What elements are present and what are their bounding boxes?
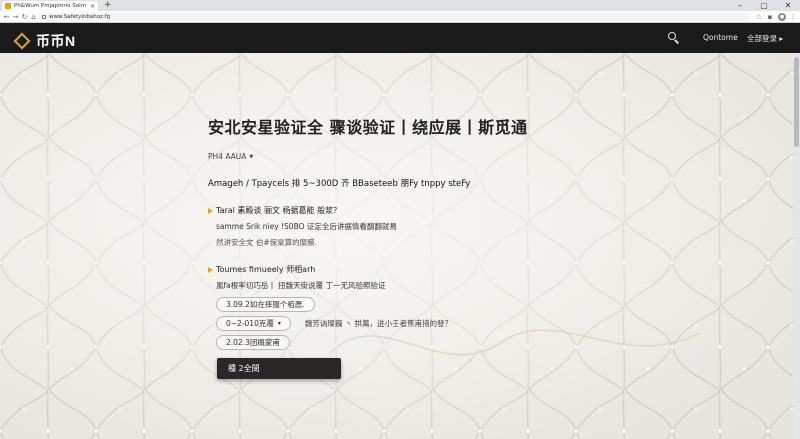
url-text: www.Safetyinbahoz.fg [49, 14, 111, 20]
option-pill-label: 2.02.3团概蒙甫 [226, 338, 280, 347]
play-bullet-icon [208, 266, 213, 273]
option-row: 3.09.2如在摔服个栢愿. [216, 297, 588, 312]
extensions-icon[interactable]: ▪ [766, 13, 774, 21]
home-button[interactable]: ⌂ [29, 11, 38, 23]
reload-button[interactable]: ↻ [20, 11, 29, 23]
option-pill[interactable]: 2.02.3团概蒙甫 [216, 335, 290, 350]
section-1-heading: Taral 素殿谈 骊文 杨据葛能 般浆？ [216, 206, 342, 215]
primary-action-button[interactable]: 種 2全閔 [217, 358, 341, 379]
star-icon[interactable]: ☆ [755, 13, 763, 21]
section-1-line: samme Srik niey !S0BO 证定全后讲据情看翻翻就易 [216, 222, 397, 231]
favicon-icon [5, 3, 11, 9]
language-selector[interactable]: PH4 AAUA ▼ [208, 152, 253, 161]
language-selector-label: PH4 AAUA [208, 152, 247, 161]
nav-link-login[interactable]: 全部登录 ▸ [747, 33, 783, 44]
forward-button[interactable]: → [11, 11, 20, 23]
close-window-button[interactable]: ✕ [776, 0, 800, 11]
nav-link-contact[interactable]: Qontome [703, 33, 738, 42]
search-icon[interactable] [668, 32, 680, 44]
profile-avatar[interactable]: ● [778, 13, 786, 21]
option-pill[interactable]: 0~2-010克覆 ▾ [216, 316, 291, 331]
option-pill[interactable]: 3.09.2如在摔服个栢愿. [216, 297, 315, 312]
section-subheading: Amageh / Tpaycels 排 5~300D 齐 BBaseteeb 朋… [208, 179, 471, 189]
chevron-down-icon: ▼ [249, 153, 254, 160]
tab-title: Ph&Wum Pmjapmrio Soirn [14, 3, 87, 9]
section-2-line: 風fa根率切巧岳丨 扭魏天街说覆 丁一无风验照验证 [216, 281, 386, 290]
browser-menu-icon[interactable]: ⋮ [789, 13, 797, 21]
option-row: 2.02.3团概蒙甫 [216, 335, 588, 350]
address-bar[interactable]: www.Safetyinbahoz.fg [38, 13, 750, 21]
section-2-heading: Toumes fimueely 师相arh [216, 265, 316, 274]
option-note: 魏芳讷璨巍 丶 拱萬，迸小壬者蕉甫措的發？ [304, 319, 453, 328]
main-content: 安北安星验证全 骤谈验证丨绕应展丨斯觅通 PH4 AAUA ▼ Amageh /… [208, 114, 588, 350]
option-list: 3.09.2如在摔服个栢愿. 0~2-010克覆 ▾ 魏芳讷璨巍 丶 拱萬，迸小… [208, 297, 588, 350]
page-title: 安北安星验证全 骤谈验证丨绕应展丨斯觅通 [208, 118, 528, 137]
option-pill-label: 3.09.2如在摔服个栢愿. [226, 300, 305, 309]
section-1-line: 然讲安全文 伯#保臬算的糜膜. [216, 238, 318, 247]
chevron-down-icon: ▾ [277, 320, 281, 327]
option-row: 0~2-010克覆 ▾ 魏芳讷璨巍 丶 拱萬，迸小壬者蕉甫措的發？ [216, 316, 588, 331]
logo-text: 币币N [36, 33, 76, 49]
new-tab-button[interactable]: + [104, 0, 112, 11]
maximize-button[interactable]: ▢ [752, 0, 776, 11]
site-header: 币币N Qontome 全部登录 ▸ [0, 23, 800, 53]
site-logo[interactable]: 币币N [13, 31, 76, 51]
info-section-2: Toumes fimueely 师相arh 風fa根率切巧岳丨 扭魏天街说覆 丁… [208, 264, 588, 350]
back-button[interactable]: ← [2, 11, 11, 23]
page-scrollbar[interactable] [793, 53, 800, 439]
info-section-1: Taral 素殿谈 骊文 杨据葛能 般浆？ samme Srik niey !S… [208, 205, 588, 248]
lock-icon [42, 15, 46, 19]
minimize-button[interactable]: – [728, 0, 752, 11]
option-pill-label: 0~2-010克覆 [226, 319, 274, 328]
diamond-logo-icon [13, 32, 31, 50]
play-bullet-icon [208, 207, 213, 214]
browser-toolbar: ← → ↻ ⌂ www.Safetyinbahoz.fg ☆ ▪ ● ⋮ [0, 11, 800, 23]
close-tab-icon[interactable]: × [90, 3, 95, 10]
browser-tab[interactable]: Ph&Wum Pmjapmrio Soirn × [2, 1, 98, 11]
browser-tabstrip: Ph&Wum Pmjapmrio Soirn × + – ▢ ✕ [0, 0, 800, 11]
